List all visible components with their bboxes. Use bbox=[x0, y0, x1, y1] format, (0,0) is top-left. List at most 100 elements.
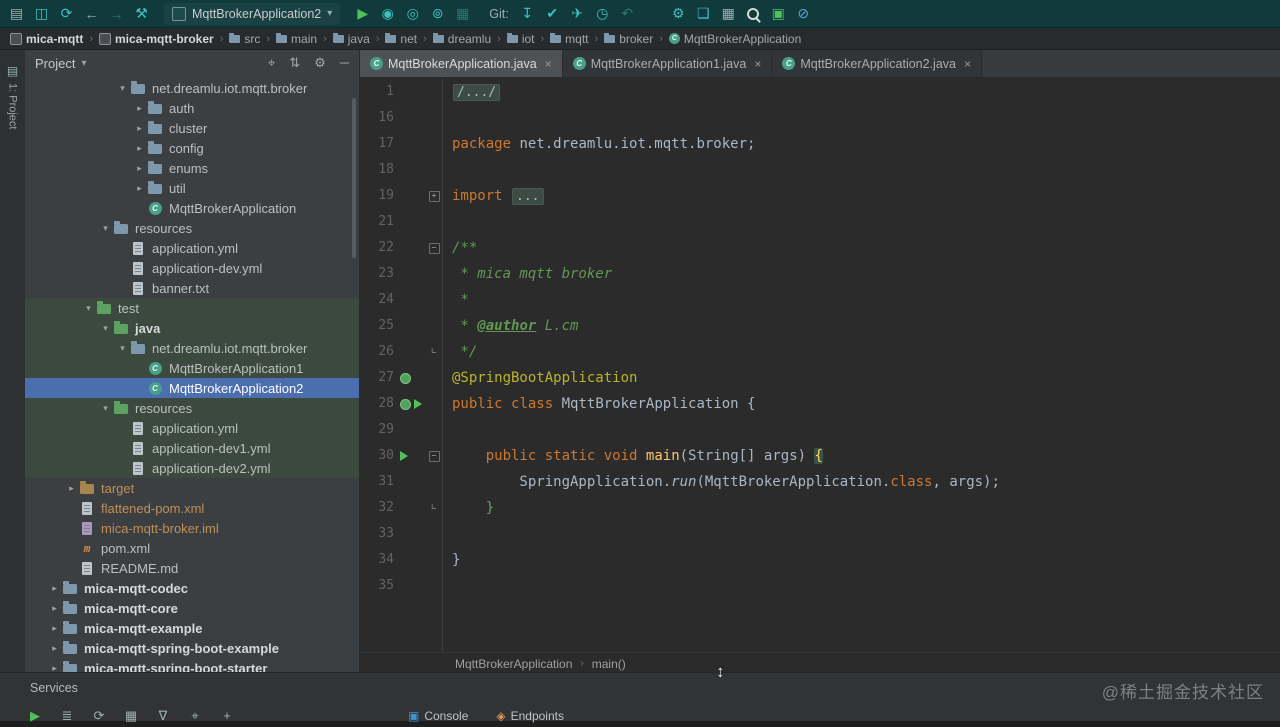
services-tab-endpoints[interactable]: ◈ Endpoints bbox=[496, 709, 564, 723]
breadcrumb-item[interactable]: iot bbox=[505, 32, 537, 46]
tree-arrow-icon[interactable]: ▾ bbox=[82, 303, 95, 314]
breadcrumb-item[interactable]: java bbox=[331, 32, 372, 46]
tree-arrow-icon[interactable]: ▾ bbox=[99, 323, 112, 334]
tree-item[interactable]: application-dev1.yml bbox=[25, 438, 359, 458]
grid-icon[interactable]: ▦ bbox=[122, 708, 140, 724]
tree-arrow-icon[interactable]: ▸ bbox=[48, 583, 61, 594]
build-icon[interactable]: ⚒ bbox=[129, 3, 154, 25]
locate-icon[interactable]: ⌖ bbox=[268, 55, 275, 71]
breadcrumb-item[interactable]: C MqttBrokerApplication bbox=[667, 32, 803, 46]
filter-icon[interactable]: ∇ bbox=[154, 708, 172, 724]
tree-item[interactable]: ▸ mica-mqtt-core bbox=[25, 598, 359, 618]
add-icon[interactable]: + bbox=[218, 708, 236, 724]
services-title[interactable]: Services bbox=[30, 681, 78, 695]
tree-item[interactable]: ▾ test bbox=[25, 298, 359, 318]
fold-marker[interactable]: − bbox=[426, 235, 442, 261]
breadcrumb-item[interactable]: dreamlu bbox=[431, 32, 493, 46]
editor-tab[interactable]: C MqttBrokerApplication1.java × bbox=[562, 50, 773, 77]
tree-item[interactable]: ▾ resources bbox=[25, 218, 359, 238]
profiler-icon[interactable]: ⊚ bbox=[425, 3, 450, 25]
tree-arrow-icon[interactable]: ▾ bbox=[116, 83, 129, 94]
tree-item[interactable]: C MqttBrokerApplication2 bbox=[25, 378, 359, 398]
run-dashboard-icon[interactable]: ▦ bbox=[450, 3, 475, 25]
open-folder-icon[interactable]: ❏ bbox=[691, 3, 716, 25]
fold-marker[interactable]: − bbox=[426, 443, 442, 469]
tools-icon[interactable]: ⚙ bbox=[666, 3, 691, 25]
tree-item[interactable]: application.yml bbox=[25, 418, 359, 438]
tree-item[interactable]: README.md bbox=[25, 558, 359, 578]
run-icon[interactable]: ▶ bbox=[26, 708, 44, 724]
sync-icon[interactable]: ⟳ bbox=[54, 3, 79, 25]
run-gutter-icon[interactable] bbox=[400, 451, 408, 461]
do-not-disturb-icon[interactable]: ⊘ bbox=[791, 3, 816, 25]
editor-breadcrumb-item[interactable]: main() bbox=[592, 657, 626, 671]
breadcrumb-item[interactable]: net bbox=[383, 32, 419, 46]
tree-item[interactable]: ▾ net.dreamlu.iot.mqtt.broker bbox=[25, 78, 359, 98]
tree-item[interactable]: ▸ enums bbox=[25, 158, 359, 178]
tree-item[interactable]: ▸ config bbox=[25, 138, 359, 158]
tree-item[interactable]: flattened-pom.xml bbox=[25, 498, 359, 518]
tree-arrow-icon[interactable]: ▾ bbox=[116, 343, 129, 354]
tree-item[interactable]: ▸ mica-mqtt-spring-boot-example bbox=[25, 638, 359, 658]
tree-item[interactable]: ▸ mica-mqtt-spring-boot-starter bbox=[25, 658, 359, 672]
breadcrumb-item[interactable]: main bbox=[274, 32, 319, 46]
fold-plus-icon[interactable]: + bbox=[428, 190, 440, 202]
save-all-icon[interactable]: ◫ bbox=[29, 3, 54, 25]
tree-item[interactable]: ▸ mica-mqtt-codec bbox=[25, 578, 359, 598]
close-icon[interactable]: × bbox=[964, 57, 971, 71]
plugin-icon[interactable]: ▣ bbox=[766, 3, 791, 25]
tree-arrow-icon[interactable]: ▸ bbox=[133, 183, 146, 194]
tree-arrow-icon[interactable]: ▸ bbox=[133, 123, 146, 134]
tree-item[interactable]: ▸ util bbox=[25, 178, 359, 198]
tree-item[interactable]: application-dev2.yml bbox=[25, 458, 359, 478]
tree-arrow-icon[interactable]: ▸ bbox=[48, 643, 61, 654]
project-panel-title[interactable]: Project bbox=[35, 56, 75, 71]
git-push-icon[interactable]: ✈ bbox=[565, 3, 590, 25]
breadcrumb-item[interactable]: broker bbox=[602, 32, 655, 46]
coverage-icon[interactable]: ◎ bbox=[400, 3, 425, 25]
editor-tab[interactable]: C MqttBrokerApplication2.java × bbox=[772, 50, 983, 77]
tree-arrow-icon[interactable]: ▸ bbox=[65, 483, 78, 494]
fold-marker[interactable]: ∟ bbox=[426, 495, 442, 521]
forward-icon[interactable]: → bbox=[104, 3, 129, 25]
fold-minus-icon[interactable]: − bbox=[428, 450, 440, 462]
fold-marker[interactable]: + bbox=[426, 183, 442, 209]
sort-icon[interactable]: ≣ bbox=[58, 708, 76, 724]
tree-scrollbar[interactable] bbox=[352, 98, 356, 258]
run-configuration-select[interactable]: MqttBrokerApplication2 ▾ bbox=[164, 2, 341, 25]
tree-item[interactable]: banner.txt bbox=[25, 278, 359, 298]
tree-arrow-icon[interactable]: ▸ bbox=[133, 143, 146, 154]
settings-icon[interactable]: ⚙ bbox=[314, 55, 326, 71]
breadcrumb-item[interactable]: mica-mqtt bbox=[8, 32, 85, 46]
spring-gutter-icon[interactable] bbox=[400, 398, 411, 410]
locate-icon[interactable]: ⌖ bbox=[186, 708, 204, 724]
project-stripe-button[interactable]: ▤ 1: Project bbox=[0, 58, 25, 129]
tree-item[interactable]: ▾ resources bbox=[25, 398, 359, 418]
tree-item[interactable]: ▸ mica-mqtt-example bbox=[25, 618, 359, 638]
run-icon[interactable]: ▶ bbox=[350, 3, 375, 25]
tree-item[interactable]: ▸ target bbox=[25, 478, 359, 498]
breadcrumb-item[interactable]: mica-mqtt-broker bbox=[97, 32, 216, 46]
fold-minus-icon[interactable]: − bbox=[428, 242, 440, 254]
close-icon[interactable]: × bbox=[754, 57, 761, 71]
history-icon[interactable]: ◷ bbox=[590, 3, 615, 25]
services-tab-console[interactable]: ▣ Console bbox=[408, 709, 468, 723]
chevron-down-icon[interactable]: ▾ bbox=[81, 58, 86, 69]
search-everywhere-icon[interactable] bbox=[741, 3, 766, 25]
tree-arrow-icon[interactable]: ▸ bbox=[48, 663, 61, 673]
git-commit-icon[interactable]: ✔ bbox=[540, 3, 565, 25]
breadcrumb-item[interactable]: src bbox=[227, 32, 262, 46]
editor-code[interactable]: 1 /.../ 16 17 package net.dreamlu.iot.mqtt.b… bbox=[360, 78, 1280, 652]
tree-item[interactable]: ▸ auth bbox=[25, 98, 359, 118]
rollback-icon[interactable]: ↶ bbox=[615, 3, 640, 25]
tree-item[interactable]: C MqttBrokerApplication bbox=[25, 198, 359, 218]
fold-marker[interactable]: ∟ bbox=[426, 339, 442, 365]
window-menu-icon[interactable]: ▤ bbox=[4, 3, 29, 25]
refresh-icon[interactable]: ⟳ bbox=[90, 708, 108, 724]
editor-tab[interactable]: C MqttBrokerApplication.java × bbox=[360, 50, 563, 77]
tree-arrow-icon[interactable]: ▸ bbox=[48, 603, 61, 614]
debug-icon[interactable]: ◉ bbox=[375, 3, 400, 25]
back-icon[interactable]: ← bbox=[79, 3, 104, 25]
tree-arrow-icon[interactable]: ▸ bbox=[133, 103, 146, 114]
editor-breadcrumb-item[interactable]: MqttBrokerApplication bbox=[455, 657, 572, 671]
